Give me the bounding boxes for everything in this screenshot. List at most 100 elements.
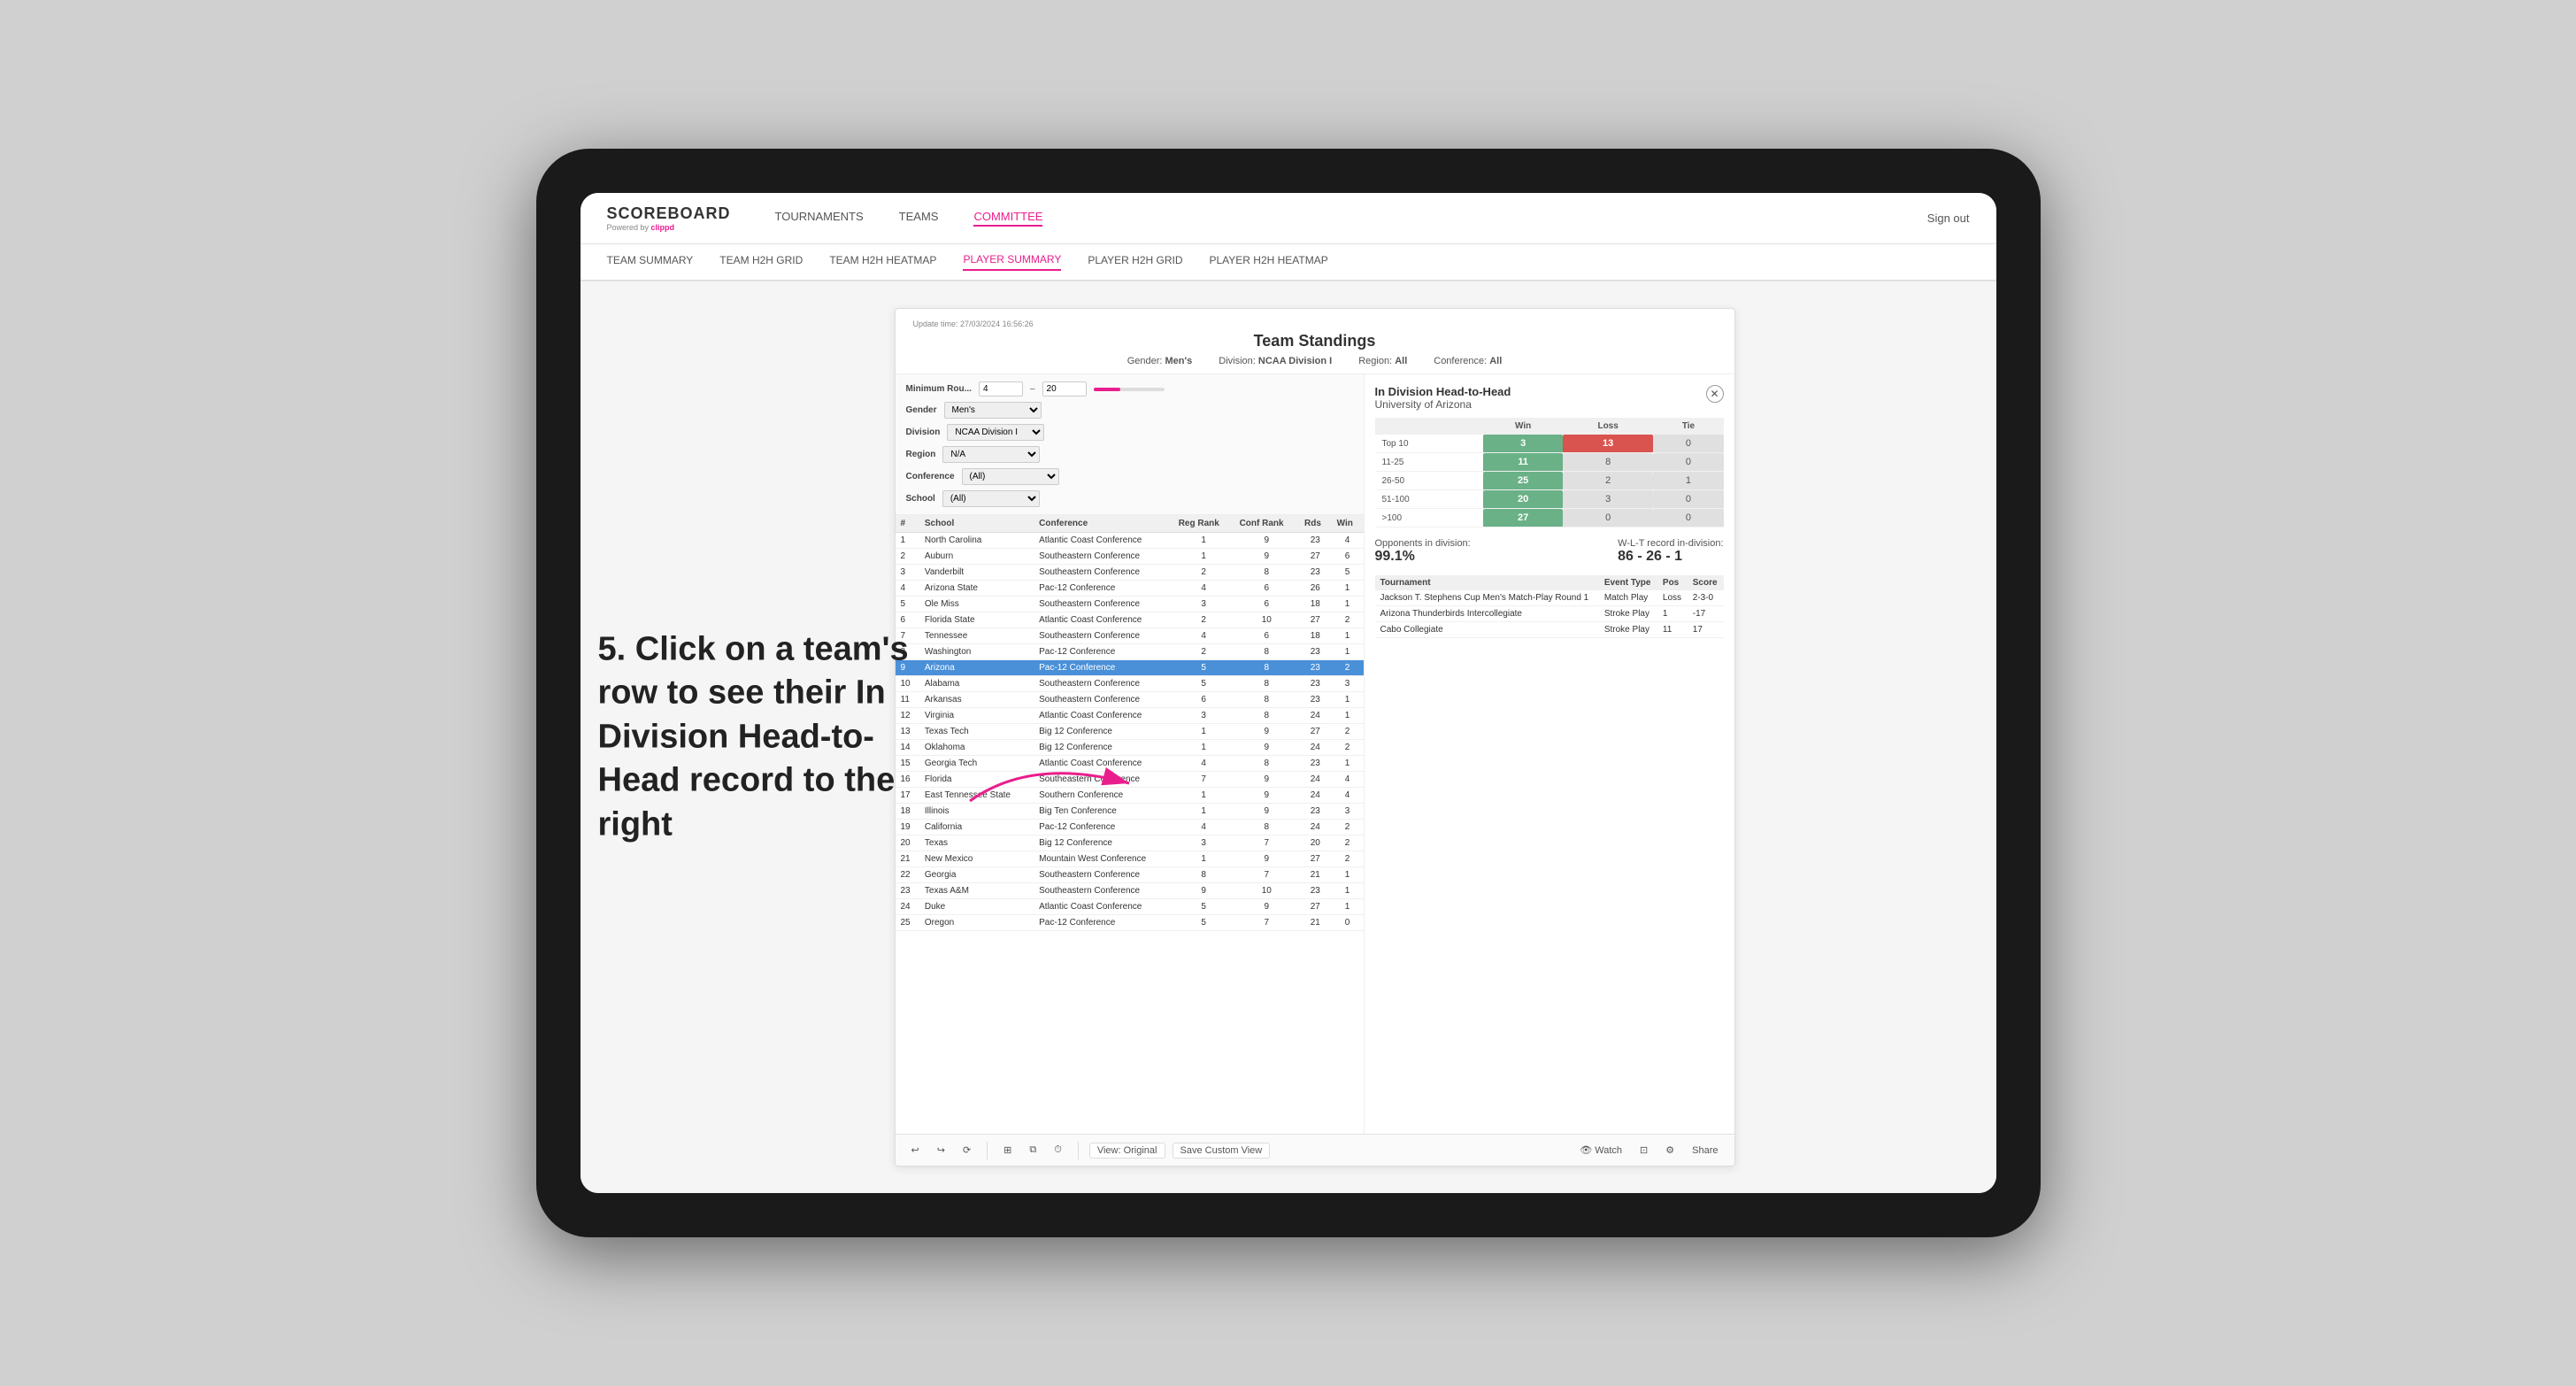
undo-button[interactable]: ↩ xyxy=(906,1143,925,1158)
tourney-row: Jackson T. Stephens Cup Men's Match-Play… xyxy=(1375,590,1724,606)
clock-button[interactable]: ⏱ xyxy=(1049,1143,1067,1158)
cell-conference: Southeastern Conference xyxy=(1034,867,1173,883)
table-row[interactable]: 6 Florida State Atlantic Coast Conferenc… xyxy=(896,612,1364,628)
cell-conf-rank: 8 xyxy=(1234,565,1299,581)
cell-reg-rank: 5 xyxy=(1173,899,1234,915)
max-rounds-input[interactable] xyxy=(1042,381,1087,397)
redo-button[interactable]: ↪ xyxy=(932,1143,950,1158)
h2h-close-button[interactable]: ✕ xyxy=(1706,385,1724,403)
table-row[interactable]: 20 Texas Big 12 Conference 3 7 20 2 xyxy=(896,835,1364,851)
save-custom-button[interactable]: Save Custom View xyxy=(1173,1143,1271,1159)
table-row[interactable]: 7 Tennessee Southeastern Conference 4 6 … xyxy=(896,628,1364,644)
table-row[interactable]: 23 Texas A&M Southeastern Conference 9 1… xyxy=(896,883,1364,899)
division-select[interactable]: NCAA Division I xyxy=(947,424,1044,441)
tourney-type: Stroke Play xyxy=(1599,606,1657,622)
cell-win: 3 xyxy=(1332,676,1364,692)
school-filter-row: School (All) xyxy=(906,490,1353,507)
cell-num: 2 xyxy=(896,549,919,565)
cell-conf-rank: 10 xyxy=(1234,883,1299,899)
subnav-team-summary[interactable]: TEAM SUMMARY xyxy=(607,254,694,270)
cell-school: Georgia xyxy=(919,867,1034,883)
table-row[interactable]: 4 Arizona State Pac-12 Conference 4 6 26… xyxy=(896,581,1364,597)
settings-button[interactable]: ⚙ xyxy=(1660,1143,1680,1158)
table-row[interactable]: 10 Alabama Southeastern Conference 5 8 2… xyxy=(896,676,1364,692)
refresh-button[interactable]: ⟳ xyxy=(957,1143,976,1158)
cell-reg-rank: 1 xyxy=(1173,724,1234,740)
subnav-team-h2h-heatmap[interactable]: TEAM H2H HEATMAP xyxy=(829,254,936,270)
subnav-player-h2h-grid[interactable]: PLAYER H2H GRID xyxy=(1088,254,1182,270)
cell-reg-rank: 3 xyxy=(1173,835,1234,851)
cell-conf-rank: 9 xyxy=(1234,788,1299,804)
view-original-button[interactable]: View: Original xyxy=(1089,1143,1165,1159)
tourney-type: Match Play xyxy=(1599,590,1657,606)
table-row[interactable]: 13 Texas Tech Big 12 Conference 1 9 27 2 xyxy=(896,724,1364,740)
cell-win: 4 xyxy=(1332,772,1364,788)
subnav-player-h2h-heatmap[interactable]: PLAYER H2H HEATMAP xyxy=(1210,254,1328,270)
cell-reg-rank: 2 xyxy=(1173,612,1234,628)
nav-tournaments[interactable]: TOURNAMENTS xyxy=(775,210,864,227)
layout-button[interactable]: ⊡ xyxy=(1634,1143,1653,1158)
h2h-row: 11-25 11 8 0 xyxy=(1375,453,1724,472)
table-row[interactable]: 11 Arkansas Southeastern Conference 6 8 … xyxy=(896,692,1364,708)
update-time: Update time: 27/03/2024 16:56:26 xyxy=(913,320,1717,328)
cell-win: 4 xyxy=(1332,533,1364,549)
tourney-name: Arizona Thunderbirds Intercollegiate xyxy=(1375,606,1599,622)
filter-gender-label: Gender: Men's xyxy=(1127,356,1193,366)
cell-conference: Southeastern Conference xyxy=(1034,628,1173,644)
col-num: # xyxy=(896,515,919,533)
h2h-tie: 0 xyxy=(1653,490,1723,509)
subnav-team-h2h-grid[interactable]: TEAM H2H GRID xyxy=(719,254,803,270)
table-row[interactable]: 19 California Pac-12 Conference 4 8 24 2 xyxy=(896,820,1364,835)
table-row[interactable]: 8 Washington Pac-12 Conference 2 8 23 1 xyxy=(896,644,1364,660)
tourney-col-pos: Pos xyxy=(1657,575,1688,590)
gender-filter-label: Gender xyxy=(906,405,937,415)
table-row[interactable]: 3 Vanderbilt Southeastern Conference 2 8… xyxy=(896,565,1364,581)
tourney-col-name: Tournament xyxy=(1375,575,1599,590)
min-rounds-input[interactable] xyxy=(979,381,1023,397)
sign-out-link[interactable]: Sign out xyxy=(1927,212,1970,225)
subnav-player-summary[interactable]: PLAYER SUMMARY xyxy=(963,253,1061,271)
table-row[interactable]: 2 Auburn Southeastern Conference 1 9 27 … xyxy=(896,549,1364,565)
table-row[interactable]: 24 Duke Atlantic Coast Conference 5 9 27… xyxy=(896,899,1364,915)
panel-filters: Gender: Men's Division: NCAA Division I … xyxy=(913,356,1717,366)
table-row[interactable]: 25 Oregon Pac-12 Conference 5 7 21 0 xyxy=(896,915,1364,931)
table-row[interactable]: 9 Arizona Pac-12 Conference 5 8 23 2 xyxy=(896,660,1364,676)
table-row[interactable]: 1 North Carolina Atlantic Coast Conferen… xyxy=(896,533,1364,549)
cell-conference: Southeastern Conference xyxy=(1034,676,1173,692)
copy-button[interactable]: ⧉ xyxy=(1024,1143,1042,1158)
watch-button[interactable]: 👁 Watch xyxy=(1574,1143,1627,1158)
conference-filter-row: Conference (All) xyxy=(906,468,1353,485)
rounds-slider[interactable] xyxy=(1094,388,1165,391)
cell-conf-rank: 10 xyxy=(1234,612,1299,628)
cell-win: 2 xyxy=(1332,724,1364,740)
min-rounds-label: Minimum Rou... xyxy=(906,384,972,394)
logo-title: SCOREBOARD xyxy=(607,204,731,223)
grid-button[interactable]: ⊞ xyxy=(998,1143,1017,1158)
cell-conference: Southeastern Conference xyxy=(1034,883,1173,899)
cell-conf-rank: 8 xyxy=(1234,660,1299,676)
table-row[interactable]: 21 New Mexico Mountain West Conference 1… xyxy=(896,851,1364,867)
share-button[interactable]: Share xyxy=(1687,1143,1723,1158)
conference-select[interactable]: (All) xyxy=(962,468,1059,485)
table-row[interactable]: 12 Virginia Atlantic Coast Conference 3 … xyxy=(896,708,1364,724)
cell-rds: 23 xyxy=(1299,692,1332,708)
cell-conference: Atlantic Coast Conference xyxy=(1034,612,1173,628)
cell-conf-rank: 6 xyxy=(1234,628,1299,644)
cell-win: 1 xyxy=(1332,628,1364,644)
table-row[interactable]: 22 Georgia Southeastern Conference 8 7 2… xyxy=(896,867,1364,883)
gender-select[interactable]: Men's xyxy=(944,402,1042,419)
school-select[interactable]: (All) xyxy=(942,490,1040,507)
opponents-stat: Opponents in division: 99.1% xyxy=(1375,538,1471,565)
opponents-label: Opponents in division: xyxy=(1375,538,1471,549)
h2h-loss: 8 xyxy=(1563,453,1654,472)
nav-committee[interactable]: COMMITTEE xyxy=(973,210,1042,227)
nav-teams[interactable]: TEAMS xyxy=(899,210,939,227)
cell-rds: 27 xyxy=(1299,724,1332,740)
cell-win: 1 xyxy=(1332,708,1364,724)
cell-win: 1 xyxy=(1332,883,1364,899)
cell-reg-rank: 9 xyxy=(1173,883,1234,899)
table-row[interactable]: 5 Ole Miss Southeastern Conference 3 6 1… xyxy=(896,597,1364,612)
tourney-row: Arizona Thunderbirds Intercollegiate Str… xyxy=(1375,606,1724,622)
panel-title: Team Standings xyxy=(913,332,1717,350)
region-select[interactable]: N/A xyxy=(942,446,1040,463)
